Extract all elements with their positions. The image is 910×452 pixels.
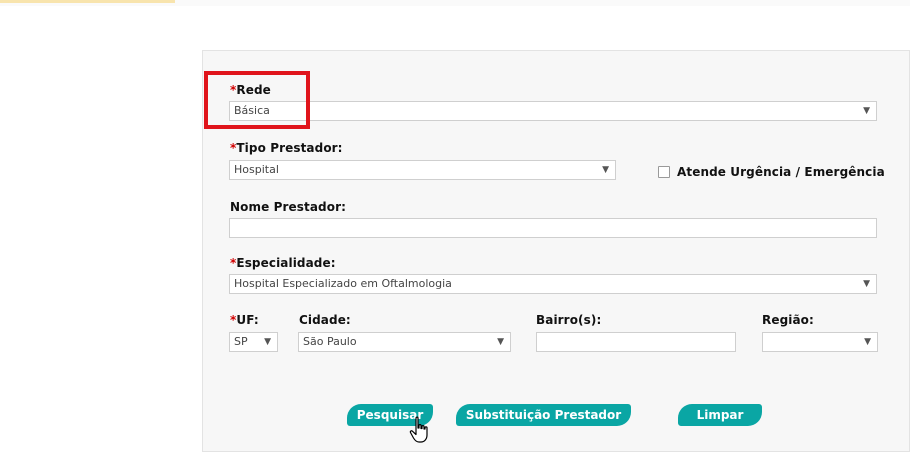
cidade-select-value: São Paulo <box>303 335 357 348</box>
highlight-box <box>204 71 310 129</box>
especialidade-select[interactable]: Hospital Especializado em Oftalmologia ▼ <box>229 274 877 294</box>
hand-cursor-icon <box>409 416 428 443</box>
chevron-down-icon: ▼ <box>863 279 870 289</box>
especialidade-select-value: Hospital Especializado em Oftalmologia <box>234 277 452 290</box>
urgencia-checkbox[interactable] <box>658 166 670 178</box>
top-accent <box>0 0 175 3</box>
tipo-prestador-select[interactable]: Hospital ▼ <box>229 160 616 180</box>
nome-prestador-input[interactable] <box>229 218 877 238</box>
uf-label: *UF: <box>230 313 259 327</box>
especialidade-label-text: Especialidade: <box>236 256 336 270</box>
especialidade-label: *Especialidade: <box>230 256 336 270</box>
tipo-prestador-label: *Tipo Prestador: <box>230 141 343 155</box>
cidade-select[interactable]: São Paulo ▼ <box>298 332 511 352</box>
chevron-down-icon: ▼ <box>602 165 609 175</box>
chevron-down-icon: ▼ <box>497 337 504 347</box>
limpar-button[interactable]: Limpar <box>678 404 762 426</box>
urgencia-checkbox-label: Atende Urgência / Emergência <box>677 165 885 179</box>
regiao-label: Região: <box>762 313 814 327</box>
chevron-down-icon: ▼ <box>863 106 870 116</box>
cidade-label: Cidade: <box>299 313 351 327</box>
uf-label-text: UF: <box>236 313 259 327</box>
regiao-select[interactable]: ▼ <box>762 332 878 352</box>
nome-prestador-label: Nome Prestador: <box>230 200 346 214</box>
uf-select[interactable]: SP ▼ <box>229 332 278 352</box>
substituicao-prestador-button[interactable]: Substituição Prestador <box>456 404 631 426</box>
chevron-down-icon: ▼ <box>264 337 271 347</box>
tipo-prestador-select-value: Hospital <box>234 163 279 176</box>
chevron-down-icon: ▼ <box>864 337 871 347</box>
tipo-prestador-label-text: Tipo Prestador: <box>236 141 343 155</box>
bairro-label: Bairro(s): <box>536 313 602 327</box>
uf-select-value: SP <box>234 335 248 348</box>
bairro-input[interactable] <box>536 332 736 352</box>
rede-select[interactable]: Básica ▼ <box>229 101 877 121</box>
